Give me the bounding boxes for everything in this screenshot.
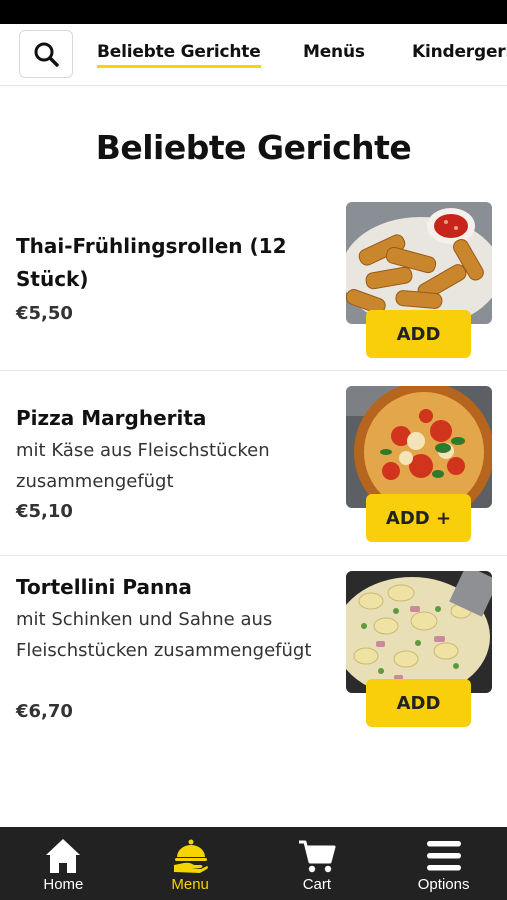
bottom-nav-home[interactable]: Home — [0, 827, 127, 900]
tab-kindergerichte[interactable]: Kindergeri — [412, 42, 507, 62]
bottom-nav-menu[interactable]: Menu — [127, 827, 254, 900]
search-icon — [34, 42, 59, 67]
page-title: Beliebte Gerichte — [95, 128, 412, 167]
bottom-nav-label: Home — [43, 876, 84, 893]
bottom-nav-label: Cart — [302, 876, 332, 893]
item-description: mit Schinken und Sahne aus Fleischstücke… — [16, 609, 312, 661]
tab-menus[interactable]: Menüs — [303, 42, 365, 62]
item-name: Thai-Frühlingsrollen (12 Stück) — [16, 234, 287, 291]
item-divider — [0, 555, 507, 556]
bottom-nav-label: Menu — [171, 876, 209, 893]
menu-cloche-icon — [174, 839, 209, 873]
search-button[interactable] — [19, 30, 73, 78]
item-name: Pizza Margherita — [16, 406, 207, 430]
tortellini-image — [346, 571, 492, 693]
bottom-nav-label: Options — [417, 876, 470, 893]
status-bar — [0, 0, 507, 24]
tab-beliebte-gerichte[interactable]: Beliebte Gerichte — [97, 42, 261, 68]
item-price: €6,70 — [16, 701, 73, 722]
add-button[interactable]: ADD — [366, 310, 471, 358]
bottom-nav: Home Menu Cart Options — [0, 827, 507, 900]
cart-icon — [298, 840, 336, 873]
item-name: Tortellini Panna — [16, 575, 192, 599]
item-divider — [0, 370, 507, 371]
bottom-nav-cart[interactable]: Cart — [254, 827, 381, 900]
category-nav: Beliebte Gerichte Menüs Kindergeri — [0, 24, 507, 86]
home-icon — [46, 839, 81, 873]
options-icon — [426, 841, 461, 871]
item-price: €5,10 — [16, 501, 73, 522]
add-button[interactable]: ADD — [366, 679, 471, 727]
item-description: mit Käse aus Fleischstücken zusammengefü… — [16, 440, 270, 492]
bottom-nav-options[interactable]: Options — [380, 827, 507, 900]
add-button[interactable]: ADD + — [366, 494, 471, 542]
pizza-image — [346, 386, 492, 508]
item-price: €5,50 — [16, 303, 73, 324]
spring-rolls-image — [346, 202, 492, 324]
